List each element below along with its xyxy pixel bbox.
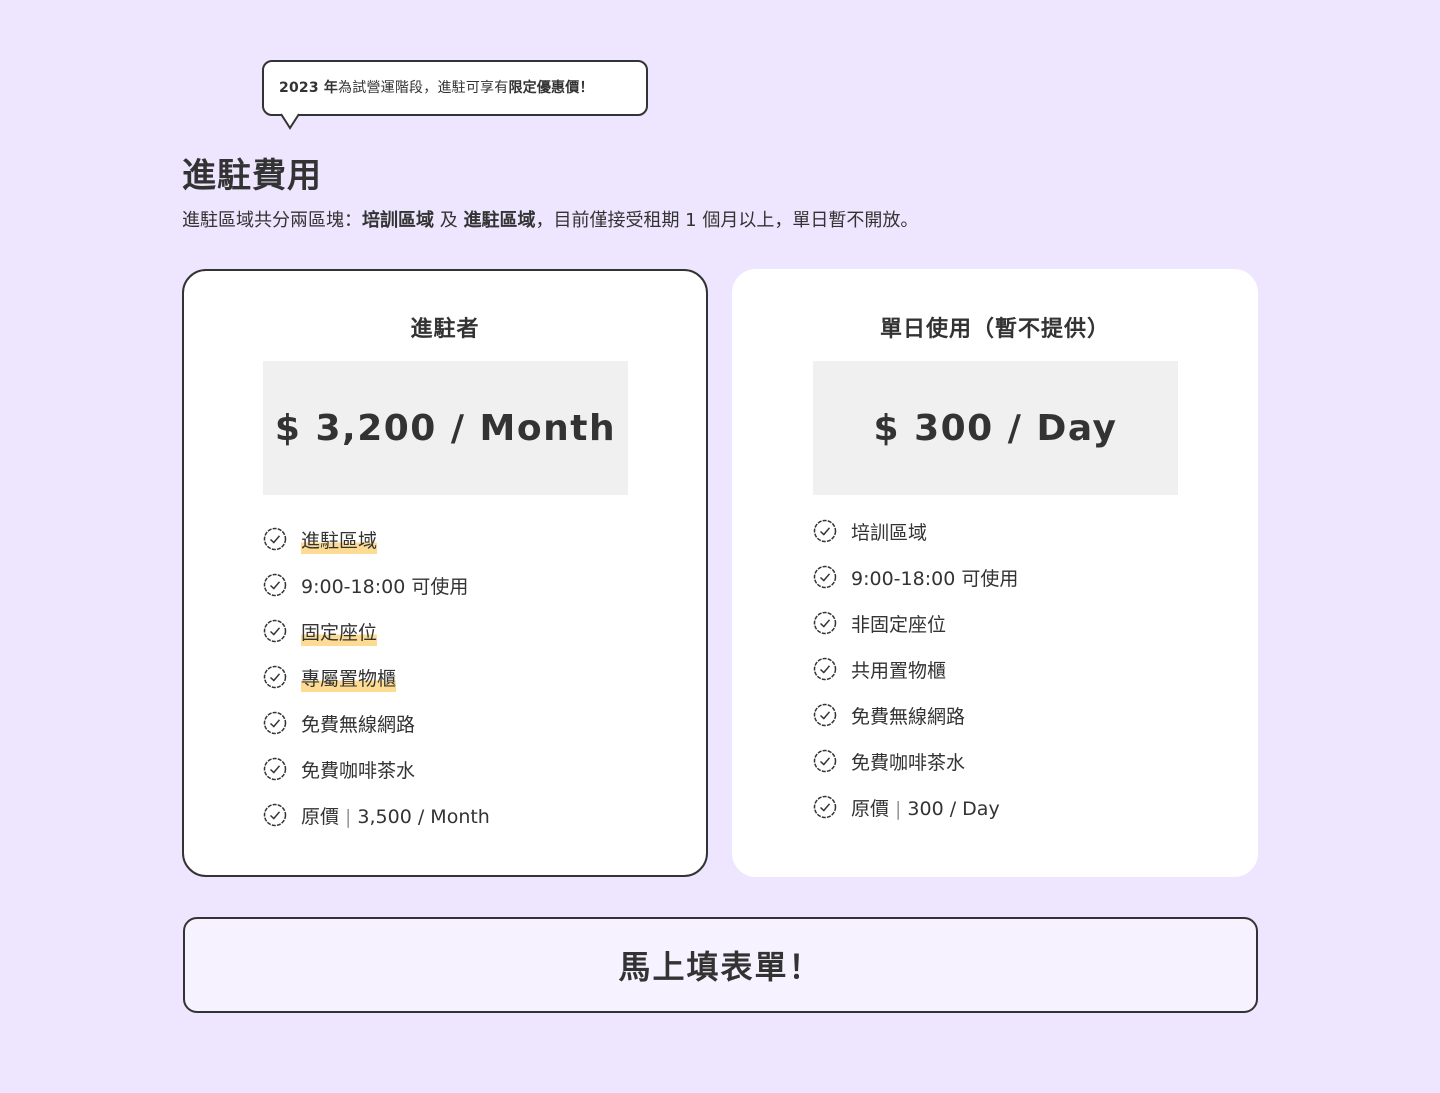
check-badge-icon <box>263 711 287 735</box>
desc-area-a: 培訓區域 <box>362 210 434 231</box>
check-badge-icon <box>813 565 837 589</box>
feature-item: 免費咖啡茶水 <box>263 756 490 802</box>
feature-text: 免費無線網路 <box>301 714 416 736</box>
feature-text: 9:00-18:00 可使用 <box>851 568 1019 590</box>
feature-text: 免費咖啡茶水 <box>851 752 966 774</box>
feature-item: 進駐區域 <box>263 526 490 572</box>
pricing-page: 2023 年為試營運階段，進駐可享有限定優惠價！ 進駐費用 進駐區域共分兩區塊：… <box>0 0 1440 1093</box>
check-badge-icon <box>813 703 837 727</box>
fill-form-button[interactable]: 馬上填表單！ <box>183 917 1258 1013</box>
desc-area-b: 進駐區域 <box>463 210 536 231</box>
check-badge-icon <box>263 803 287 827</box>
feature-text: 免費咖啡茶水 <box>301 760 416 782</box>
feature-text: 固定座位 <box>301 620 378 646</box>
price-separator: | <box>345 806 352 828</box>
desc-conj: 及 <box>434 210 464 231</box>
feature-item: 免費無線網路 <box>263 710 490 756</box>
feature-text: 9:00-18:00 可使用 <box>301 576 469 598</box>
original-price-label: 原價 <box>851 798 890 820</box>
feature-item: 9:00-18:00 可使用 <box>813 564 1018 610</box>
feature-item: 培訓區域 <box>813 518 1018 564</box>
feature-item: 非固定座位 <box>813 610 1018 656</box>
feature-item-original-price: 原價 | 300 / Day <box>813 794 1018 840</box>
section-description: 進駐區域共分兩區塊：培訓區域 及 進駐區域，目前僅接受租期 1 個月以上，單日暫… <box>182 206 918 232</box>
check-badge-icon <box>813 749 837 773</box>
promo-notice-bubble: 2023 年為試營運階段，進駐可享有限定優惠價！ <box>262 60 648 116</box>
check-badge-icon <box>263 757 287 781</box>
section-title: 進駐費用 <box>182 156 322 196</box>
notice-text: 為試營運階段，進駐可享有 <box>338 80 509 96</box>
feature-text: 進駐區域 <box>301 528 378 554</box>
original-price-value: 300 / Day <box>907 798 1000 820</box>
feature-text: 培訓區域 <box>851 522 928 544</box>
notice-offer: 限定優惠價！ <box>508 80 594 96</box>
check-badge-icon <box>813 519 837 543</box>
plan-card-daily: 單日使用（暫不提供） $ 300 / Day 培訓區域 9:00-18:00 可… <box>732 269 1258 877</box>
feature-item: 免費咖啡茶水 <box>813 748 1018 794</box>
notice-year: 2023 年 <box>279 80 339 96</box>
feature-item: 專屬置物櫃 <box>263 664 490 710</box>
check-badge-icon <box>813 795 837 819</box>
desc-suffix: ，目前僅接受租期 1 個月以上，單日暫不開放。 <box>535 210 919 231</box>
bubble-tail-icon <box>280 113 300 130</box>
feature-text: 共用置物櫃 <box>851 660 947 682</box>
feature-text: 專屬置物櫃 <box>301 666 397 692</box>
price-separator: | <box>895 798 902 820</box>
feature-item-original-price: 原價 | 3,500 / Month <box>263 802 490 848</box>
original-price-value: 3,500 / Month <box>357 806 490 828</box>
plan-price: $ 3,200 / Month <box>263 361 628 495</box>
original-price: 原價 | 300 / Day <box>851 796 1000 822</box>
desc-prefix: 進駐區域共分兩區塊： <box>182 210 362 231</box>
feature-text: 非固定座位 <box>851 614 947 636</box>
feature-text: 免費無線網路 <box>851 706 966 728</box>
plan-card-resident: 進駐者 $ 3,200 / Month 進駐區域 9:00-18:00 可使用 … <box>182 269 708 877</box>
plan-price: $ 300 / Day <box>813 361 1178 495</box>
feature-list: 進駐區域 9:00-18:00 可使用 固定座位 專屬置物櫃 免費無線網路 免費… <box>263 526 490 848</box>
feature-item: 9:00-18:00 可使用 <box>263 572 490 618</box>
check-badge-icon <box>263 619 287 643</box>
check-badge-icon <box>813 657 837 681</box>
check-badge-icon <box>263 527 287 551</box>
plan-title: 單日使用（暫不提供） <box>879 317 1110 342</box>
check-badge-icon <box>813 611 837 635</box>
feature-item: 固定座位 <box>263 618 490 664</box>
original-price-label: 原價 <box>301 806 340 828</box>
plan-title: 進駐者 <box>410 317 480 342</box>
check-badge-icon <box>263 665 287 689</box>
feature-item: 共用置物櫃 <box>813 656 1018 702</box>
original-price: 原價 | 3,500 / Month <box>301 804 490 830</box>
feature-item: 免費無線網路 <box>813 702 1018 748</box>
feature-list: 培訓區域 9:00-18:00 可使用 非固定座位 共用置物櫃 免費無線網路 免… <box>813 518 1018 840</box>
check-badge-icon <box>263 573 287 597</box>
